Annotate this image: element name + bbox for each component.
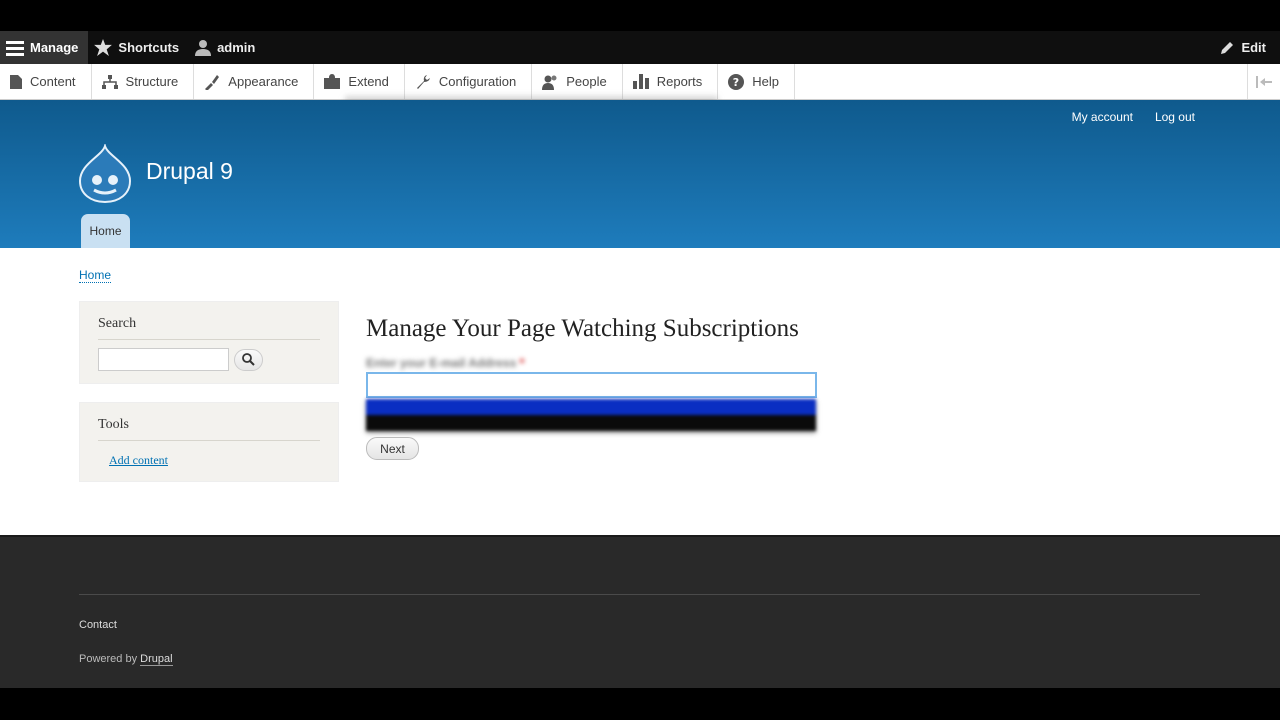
add-content-link[interactable]: Add content — [109, 453, 168, 468]
question-icon: ? — [728, 73, 745, 90]
tray-item-help[interactable]: ? Help — [718, 64, 795, 99]
tray-item-label: Extend — [348, 74, 389, 89]
edit-label: Edit — [1241, 40, 1266, 55]
required-marker: * — [519, 356, 525, 370]
drupal-link[interactable]: Drupal — [140, 653, 173, 666]
powered-by-text: Powered by — [79, 653, 138, 665]
tray-item-label: Appearance — [228, 74, 299, 89]
sitemap-icon — [101, 74, 118, 89]
tools-block: Tools Add content — [79, 402, 339, 482]
shortcuts-label: Shortcuts — [118, 40, 180, 55]
tray-item-people[interactable]: People — [532, 64, 623, 99]
my-account-link[interactable]: My account — [1072, 110, 1133, 124]
letterbox-top — [0, 0, 1280, 31]
star-icon — [94, 39, 113, 56]
tray-item-label: Structure — [125, 74, 179, 89]
tray-orientation-toggle[interactable] — [1247, 64, 1280, 99]
tray-item-label: People — [566, 74, 607, 89]
user-label: admin — [217, 40, 256, 55]
tray-item-structure[interactable]: Structure — [92, 64, 195, 99]
hamburger-icon — [6, 40, 24, 56]
search-block-title: Search — [98, 316, 320, 340]
tray-item-label: Configuration — [438, 74, 517, 89]
people-icon — [542, 75, 557, 90]
user-icon — [195, 40, 212, 56]
manage-label: Manage — [30, 40, 79, 55]
wrench-icon — [416, 74, 430, 89]
admin-toolbar: Manage Shortcuts admin Edit — [0, 31, 1280, 64]
tray-item-label: Help — [752, 74, 779, 89]
search-block: Search — [79, 301, 339, 384]
edit-button[interactable]: Edit — [1213, 31, 1280, 64]
svg-text:?: ? — [733, 76, 739, 89]
autocomplete-option[interactable] — [366, 415, 816, 431]
paintbrush-icon — [205, 74, 220, 90]
powered-by: Powered by Drupal — [79, 653, 173, 666]
tools-block-title: Tools — [98, 417, 320, 441]
search-input[interactable] — [98, 348, 229, 371]
letterbox-bottom — [0, 688, 1280, 720]
site-name[interactable]: Drupal 9 — [146, 158, 233, 185]
search-button[interactable] — [234, 348, 263, 371]
breadcrumb-home[interactable]: Home — [79, 268, 112, 283]
email-field[interactable] — [366, 372, 817, 398]
document-icon — [10, 74, 22, 89]
log-out-link[interactable]: Log out — [1155, 110, 1195, 124]
footer-divider — [79, 594, 1200, 595]
tray-item-appearance[interactable]: Appearance — [194, 64, 315, 99]
manage-tab[interactable]: Manage — [0, 31, 89, 64]
search-form — [98, 348, 320, 371]
tray-item-extend[interactable]: Extend — [314, 64, 405, 99]
email-label-text: Enter your E-mail Address — [366, 356, 517, 370]
email-field-label: Enter your E-mail Address * — [366, 356, 524, 370]
tray-item-content[interactable]: Content — [0, 64, 92, 99]
secondary-menu: My account Log out — [1072, 110, 1195, 124]
footer-contact-link[interactable]: Contact — [79, 619, 117, 631]
main-nav-home[interactable]: Home — [81, 214, 130, 248]
tray-item-label: Reports — [656, 74, 703, 89]
search-icon — [242, 353, 255, 366]
page-title: Manage Your Page Watching Subscriptions — [366, 315, 799, 342]
tray-item-configuration[interactable]: Configuration — [405, 64, 533, 99]
site-footer: Contact Powered by Drupal — [0, 535, 1280, 688]
pencil-icon — [1221, 41, 1234, 54]
collapse-arrow-icon — [1256, 75, 1272, 88]
user-tab[interactable]: admin — [189, 31, 265, 64]
drupal-logo-icon[interactable] — [78, 144, 132, 204]
puzzle-icon — [324, 74, 341, 89]
admin-tray: Content Structure Appearance Extend Conf… — [0, 64, 1280, 100]
tray-item-reports[interactable]: Reports — [623, 64, 719, 99]
next-button[interactable]: Next — [366, 437, 419, 460]
site-header: My account Log out Drupal 9 Home — [0, 100, 1280, 248]
tray-item-label: Content — [30, 74, 76, 89]
shortcuts-tab[interactable]: Shortcuts — [88, 31, 189, 64]
autocomplete-dropdown — [366, 399, 816, 431]
autocomplete-option[interactable] — [366, 399, 816, 415]
bar-chart-icon — [632, 74, 649, 89]
main-content: Home Search Tools Add content Manage You… — [0, 248, 1280, 535]
